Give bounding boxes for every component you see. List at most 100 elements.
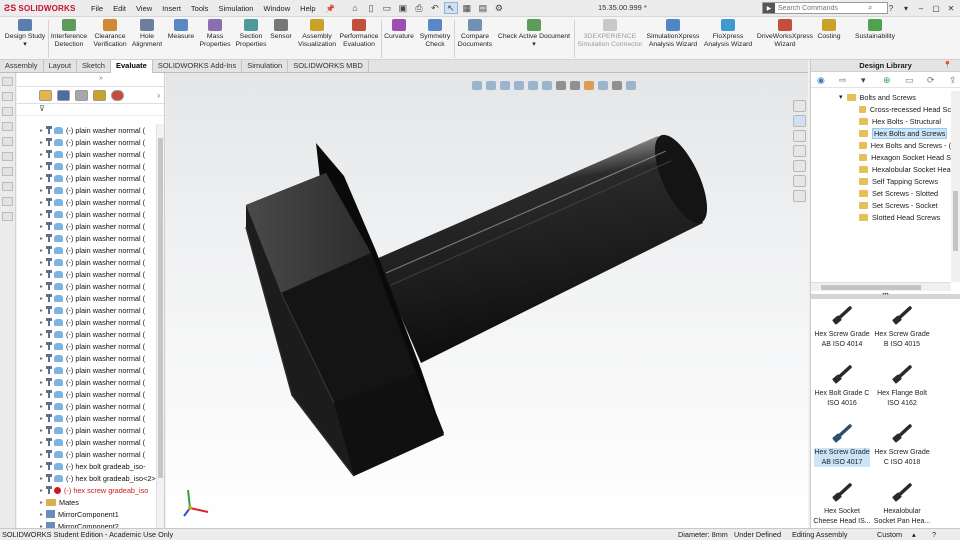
appearances-icon[interactable] <box>793 160 806 172</box>
library-folder-item[interactable]: Set Screws - Socket <box>811 199 951 211</box>
design-library-horizontal-scrollbar[interactable] <box>811 282 951 291</box>
menu-tools[interactable]: Tools <box>186 4 214 13</box>
expand-arrow-icon[interactable]: ▸ <box>37 211 46 218</box>
collapse-handle-icon[interactable]: » <box>99 75 103 82</box>
scrollbar-thumb[interactable] <box>821 285 921 290</box>
library-part-thumbnail[interactable]: Hex Screw Grade B ISO 4015 <box>873 304 931 357</box>
floxpress-button[interactable]: FloXpress Analysis Wizard <box>703 19 753 49</box>
open-folder-icon[interactable]: ▭ <box>380 2 394 14</box>
tree-item-bolt[interactable]: ▸ (-) hex bolt gradeab_iso- <box>17 460 157 472</box>
tree-item-plain-washer[interactable]: ▸ (-) plain washer normal ( <box>17 184 157 196</box>
library-folder-item[interactable]: Set Screws - Slotted <box>811 187 951 199</box>
help-circle-icon[interactable]: ? <box>932 529 936 540</box>
options-gear-icon[interactable]: ⚙ <box>492 2 506 14</box>
tree-item-plain-washer[interactable]: ▸ (-) plain washer normal ( <box>17 220 157 232</box>
scrollbar-thumb[interactable] <box>158 138 163 478</box>
tree-item-plain-washer[interactable]: ▸ (-) plain washer normal ( <box>17 124 157 136</box>
library-part-thumbnail[interactable]: Hex Screw Grade C ISO 4018 <box>873 422 931 475</box>
tree-item-plain-washer[interactable]: ▸ (-) plain washer normal ( <box>17 256 157 268</box>
collapse-arrow-icon[interactable]: ▾ <box>839 93 843 101</box>
design-library-tree-scrollbar[interactable] <box>951 91 960 282</box>
tab-solidworks-add-ins[interactable]: SOLIDWORKS Add-Ins <box>153 60 243 73</box>
library-part-thumbnail[interactable]: Hex Screw Grade AB ISO 4014 <box>813 304 871 357</box>
tree-item-plain-washer[interactable]: ▸ (-) plain washer normal ( <box>17 172 157 184</box>
menu-insert[interactable]: Insert <box>157 4 186 13</box>
refresh-icon[interactable]: ⟳ <box>927 75 937 85</box>
expand-arrow-icon[interactable]: ▸ <box>37 367 46 374</box>
tree-item-plain-washer[interactable]: ▸ (-) plain washer normal ( <box>17 208 157 220</box>
menu-edit[interactable]: Edit <box>108 4 131 13</box>
menu-window[interactable]: Window <box>258 4 295 13</box>
expand-arrow-icon[interactable]: ▸ <box>37 499 46 506</box>
pin-icon[interactable]: 📌 <box>321 4 340 13</box>
tree-item-plain-washer[interactable]: ▸ (-) plain washer normal ( <box>17 400 157 412</box>
sustainability-button[interactable]: Sustainability <box>852 19 898 41</box>
pane-resize-handle[interactable]: ••• <box>811 292 960 299</box>
graphics-area[interactable] <box>166 73 808 528</box>
sensor-button[interactable]: Sensor <box>269 19 293 41</box>
mass-properties-button[interactable]: Mass Properties <box>198 19 232 49</box>
rebuild-icon[interactable]: ▦ <box>460 2 474 14</box>
expand-arrow-icon[interactable]: ▸ <box>37 391 46 398</box>
view-palette-icon[interactable] <box>793 145 806 157</box>
tree-item-plain-washer[interactable]: ▸ (-) plain washer normal ( <box>17 424 157 436</box>
tree-item-folder[interactable]: ▸ Mates <box>17 496 157 508</box>
solidworks-logo[interactable]: ƧS SOLIDWORKS <box>0 3 86 13</box>
home-icon[interactable]: ⌂ <box>348 2 362 14</box>
menu-help[interactable]: Help <box>295 4 320 13</box>
expand-arrow-icon[interactable]: ▸ <box>37 295 46 302</box>
library-part-thumbnail[interactable]: Hexalobular Socket Pan Hea... <box>873 481 931 534</box>
restore-icon[interactable]: ▢ <box>929 1 943 15</box>
feature-tree-scrollbar[interactable] <box>156 124 164 528</box>
design-library-icon[interactable] <box>793 115 806 127</box>
expand-arrow-icon[interactable]: ▸ <box>37 403 46 410</box>
check-active-document-button[interactable]: Check Active Document ▾ <box>496 19 572 49</box>
clearance-verification-button[interactable]: Clearance Verification <box>90 19 130 49</box>
expand-arrow-icon[interactable]: ▸ <box>37 163 46 170</box>
tree-item-plain-washer[interactable]: ▸ (-) plain washer normal ( <box>17 448 157 460</box>
tree-item-plain-washer[interactable]: ▸ (-) plain washer normal ( <box>17 244 157 256</box>
expand-arrow-icon[interactable]: ▸ <box>37 139 46 146</box>
search-commands-box[interactable]: ▶ ⌕ <box>762 2 888 14</box>
file-properties-icon[interactable]: ▤ <box>476 2 490 14</box>
library-part-thumbnail[interactable]: Hex Flange Bolt ISO 4162 <box>873 363 931 416</box>
library-folder-item[interactable]: Hexagon Socket Head S <box>811 151 951 163</box>
mate-icon[interactable] <box>2 77 13 86</box>
help-icon[interactable]: ? <box>884 1 898 15</box>
library-part-thumbnail[interactable]: Hex Socket Cheese Head IS... <box>813 481 871 534</box>
linear-pattern-icon[interactable] <box>2 92 13 101</box>
assembly-features-icon[interactable] <box>2 152 13 161</box>
move-component-icon[interactable] <box>2 122 13 131</box>
expand-arrow-icon[interactable]: ▸ <box>37 283 46 290</box>
chevron-right-icon[interactable]: › <box>157 91 160 100</box>
expand-arrow-icon[interactable]: ▸ <box>37 379 46 386</box>
search-commands-input[interactable] <box>778 4 868 12</box>
save-icon[interactable]: ▣ <box>396 2 410 14</box>
tree-item-plain-washer[interactable]: ▸ (-) plain washer normal ( <box>17 292 157 304</box>
expand-arrow-icon[interactable]: ▸ <box>37 415 46 422</box>
expand-arrow-icon[interactable]: ▸ <box>37 355 46 362</box>
library-folder-item[interactable]: Slotted Head Screws <box>811 211 951 223</box>
create-new-folder-icon[interactable]: ▭ <box>905 75 915 85</box>
add-to-library-icon[interactable]: ▾ <box>861 75 871 85</box>
tree-item-plain-washer[interactable]: ▸ (-) plain washer normal ( <box>17 352 157 364</box>
add-file-location-icon[interactable]: ⊕ <box>883 75 893 85</box>
tab-layout[interactable]: Layout <box>44 60 78 73</box>
tab-solidworks-mbd[interactable]: SOLIDWORKS MBD <box>288 60 369 73</box>
hex-screw-model[interactable] <box>166 73 808 528</box>
property-manager-tab-icon[interactable] <box>57 89 70 101</box>
back-arrow-icon[interactable]: ◉ <box>817 75 827 85</box>
select-cursor-icon[interactable]: ↖ <box>443 2 458 14</box>
hole-alignment-button[interactable]: Hole Alignment <box>130 19 164 49</box>
reference-geometry-icon[interactable] <box>2 167 13 176</box>
expand-arrow-icon[interactable]: ▸ <box>37 247 46 254</box>
unit-system-dropdown[interactable]: Custom <box>877 529 902 540</box>
expand-arrow-icon[interactable]: ▸ <box>37 331 46 338</box>
file-explorer-icon[interactable] <box>793 130 806 142</box>
expand-arrow-icon[interactable]: ▸ <box>37 259 46 266</box>
chevron-down-icon[interactable]: ▾ <box>899 1 913 15</box>
new-document-icon[interactable]: ▯ <box>364 2 378 14</box>
tree-item-plain-washer[interactable]: ▸ (-) plain washer normal ( <box>17 268 157 280</box>
pin-panel-icon[interactable]: 📍 <box>943 60 952 72</box>
print-icon[interactable]: ⎙ <box>412 2 426 14</box>
